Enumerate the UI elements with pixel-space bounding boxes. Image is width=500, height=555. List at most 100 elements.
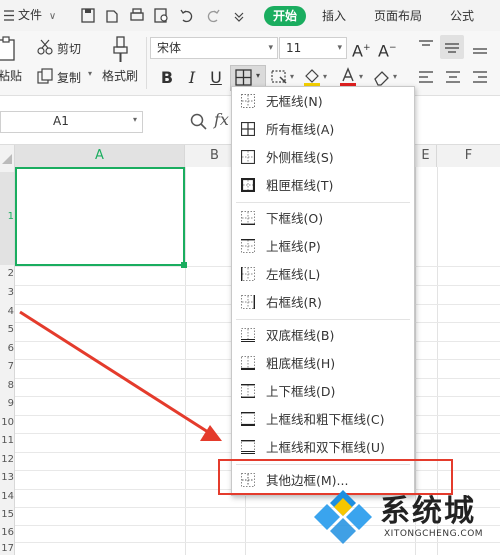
chevron-down-icon: ▾ <box>268 43 273 53</box>
row-header[interactable]: 7 <box>0 361 14 372</box>
row-header[interactable]: 5 <box>0 324 14 335</box>
menu-item-thick-bottom-border[interactable]: 粗底框线(H) <box>232 352 414 376</box>
fill-handle[interactable] <box>181 262 187 268</box>
left-border-icon <box>241 267 255 281</box>
format-painter-button[interactable]: 格式刷 <box>100 31 144 95</box>
print-preview-icon[interactable] <box>153 0 171 31</box>
menu-item-all-borders[interactable]: 所有框线(A) <box>232 118 414 142</box>
align-bottom-button[interactable] <box>470 37 490 57</box>
row-header[interactable]: 6 <box>0 343 14 354</box>
copy-icon <box>37 68 53 84</box>
menu-item-top-double-bottom-border[interactable]: 上框线和双下框线(U) <box>232 436 414 460</box>
paint-bucket-icon <box>304 69 320 86</box>
menu-item-double-bottom-border[interactable]: 双底框线(B) <box>232 324 414 348</box>
menu-item-label: 粗匣框线(T) <box>266 178 334 193</box>
menu-item-label: 上框线和双下框线(U) <box>266 440 385 455</box>
row-header[interactable]: 16 <box>0 527 14 538</box>
export-icon[interactable] <box>104 0 120 31</box>
chevron-down-icon: ▾ <box>323 72 328 81</box>
font-name-select[interactable]: 宋体 ▾ <box>150 37 278 59</box>
chevron-down-icon: ▾ <box>337 43 342 53</box>
menu-item-top-border[interactable]: 上框线(P) <box>232 235 414 259</box>
copy-button[interactable]: 复制 ▾ <box>36 65 98 87</box>
row-header[interactable]: 15 <box>0 509 14 520</box>
undo-icon[interactable] <box>179 0 195 31</box>
menu-item-top-bottom-border[interactable]: 上下框线(D) <box>232 380 414 404</box>
row-header[interactable]: 9 <box>0 398 14 409</box>
menu-item-top-thick-bottom-border[interactable]: 上框线和粗下框线(C) <box>232 408 414 432</box>
row-header[interactable]: 4 <box>0 306 14 317</box>
menu-separator <box>236 202 410 203</box>
row-header[interactable]: 3 <box>0 287 14 298</box>
selected-cell-a1[interactable] <box>15 167 185 266</box>
zoom-icon[interactable] <box>189 112 209 132</box>
row-header[interactable]: 8 <box>0 380 14 391</box>
redo-icon[interactable] <box>205 0 221 31</box>
tab-insert[interactable]: 插入 <box>322 6 346 26</box>
bold-button[interactable]: B <box>157 67 177 89</box>
menu-item-right-border[interactable]: 右框线(R) <box>232 291 414 315</box>
align-top-button[interactable] <box>416 37 436 57</box>
align-right-button[interactable] <box>470 67 490 87</box>
row-header[interactable]: 17 <box>0 543 14 554</box>
shrink-font-label: A <box>378 41 389 61</box>
grow-font-button[interactable]: A+ <box>352 37 372 61</box>
select-all-corner[interactable] <box>0 145 15 167</box>
menu-item-thick-box-border[interactable]: 粗匣框线(T) <box>232 174 414 198</box>
font-name-value: 宋体 <box>157 41 182 55</box>
top-thick-bottom-border-icon <box>241 412 255 426</box>
font-size-select[interactable]: 11 ▾ <box>279 37 347 59</box>
row-header[interactable]: 14 <box>0 491 14 502</box>
minus-icon: − <box>388 43 397 53</box>
row-header[interactable]: 11 <box>0 435 14 446</box>
name-box[interactable]: A1 ▾ <box>0 111 143 133</box>
row-header[interactable]: 12 <box>0 454 14 465</box>
chevron-down-icon: ▾ <box>88 69 93 78</box>
column-header-a[interactable]: A <box>15 145 185 167</box>
file-menu[interactable]: 文件 ∨ <box>18 0 56 31</box>
menu-item-label: 右框线(R) <box>266 295 322 310</box>
chevron-down-icon: ▾ <box>359 72 364 81</box>
corner-triangle-icon <box>2 154 12 164</box>
column-header-f[interactable]: F <box>437 145 500 167</box>
menu-item-outside-borders[interactable]: 外侧框线(S) <box>232 146 414 170</box>
menu-item-left-border[interactable]: 左框线(L) <box>232 263 414 287</box>
tab-page-layout[interactable]: 页面布局 <box>374 6 422 26</box>
row-header[interactable]: 13 <box>0 472 14 483</box>
tab-formulas[interactable]: 公式 <box>450 6 474 26</box>
thick-bottom-border-icon <box>241 356 255 370</box>
fx-button[interactable]: fx <box>214 110 229 129</box>
row-header[interactable]: 2 <box>0 268 14 279</box>
tab-home[interactable]: 开始 <box>264 6 306 26</box>
paste-button[interactable]: 粘贴 <box>0 31 28 95</box>
row-header[interactable]: 1 <box>0 172 14 265</box>
menu-item-label: 所有框线(A) <box>266 122 335 137</box>
align-middle-button[interactable] <box>440 35 464 59</box>
italic-button[interactable]: I <box>182 67 202 89</box>
cut-button[interactable]: 剪切 <box>36 36 86 58</box>
ribbon-divider <box>146 37 147 89</box>
menu-item-bottom-border[interactable]: 下框线(O) <box>232 207 414 231</box>
column-header-e[interactable]: E <box>415 145 437 167</box>
menu-item-label: 上框线和粗下框线(C) <box>266 412 385 427</box>
menu-item-no-border[interactable]: 无框线(N) <box>232 90 414 114</box>
underline-button[interactable]: U <box>206 67 226 89</box>
border-grid-icon <box>235 69 252 86</box>
menu-item-label: 外侧框线(S) <box>266 150 334 165</box>
grid-line <box>15 542 500 543</box>
menu-icon[interactable] <box>2 0 16 31</box>
print-icon[interactable] <box>128 0 146 31</box>
align-left-button[interactable] <box>416 67 436 87</box>
row-header[interactable]: 10 <box>0 417 14 428</box>
copy-label: 复制 <box>57 71 82 85</box>
border-dropdown-menu: 无框线(N) 所有框线(A) 外侧框线(S) 粗匣框线(T) 下框线(O) 上框… <box>231 86 415 496</box>
paste-label: 粘贴 <box>0 69 23 83</box>
top-bottom-border-icon <box>241 384 255 398</box>
align-center-button[interactable] <box>443 67 463 87</box>
customize-toolbar-icon[interactable] <box>233 0 245 31</box>
save-icon[interactable] <box>80 0 96 31</box>
grow-font-label: A <box>352 41 363 61</box>
top-border-icon <box>241 239 255 253</box>
shrink-font-button[interactable]: A− <box>378 37 398 61</box>
align-middle-icon <box>445 43 459 53</box>
